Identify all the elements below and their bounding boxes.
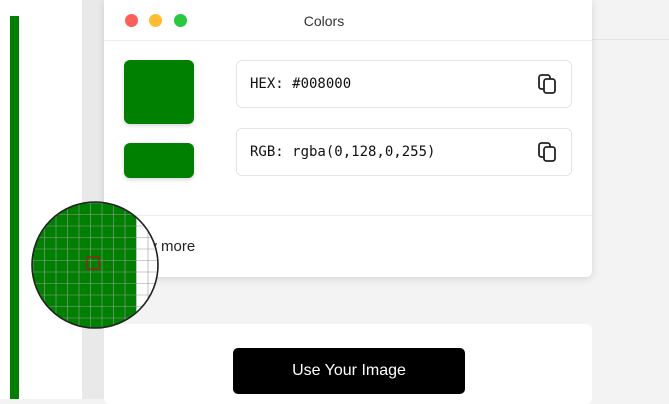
hex-value: HEX: #008000 [250,76,352,92]
window-title: Colors [303,13,345,29]
magnifier-loupe-icon [31,201,159,329]
copy-icon[interactable] [537,141,557,163]
color-swatch-small [124,143,194,178]
section-divider [104,215,592,216]
background-divider [592,39,669,40]
green-color-bar [10,16,19,399]
rgb-value: RGB: rgba(0,128,0,255) [250,144,436,160]
copy-icon[interactable] [537,73,557,95]
magnified-green-area [32,202,136,328]
window-titlebar: Colors [104,0,592,41]
upload-card: Use Your Image [104,324,592,404]
hex-value-field: HEX: #008000 [236,60,572,108]
rgb-value-field: RGB: rgba(0,128,0,255) [236,128,572,176]
use-your-image-button[interactable]: Use Your Image [233,348,465,394]
color-swatch-large [124,60,194,124]
colors-window: Colors HEX: #008000 RGB: rgba(0,128,0,25… [104,0,592,277]
